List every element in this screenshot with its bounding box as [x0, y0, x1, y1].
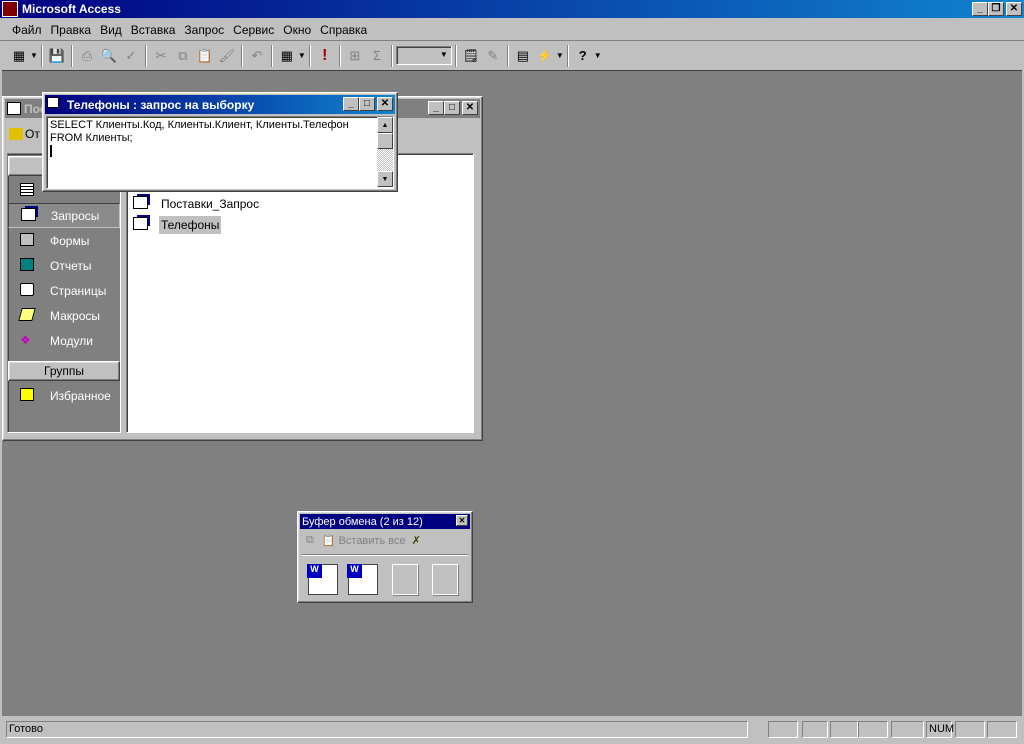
query-minimize-button[interactable]: _ [343, 97, 359, 111]
clear-clipboard-icon[interactable]: ✗ [412, 534, 421, 547]
table-icon [20, 182, 36, 199]
db-minimize-button[interactable]: _ [428, 101, 444, 115]
scroll-down-button[interactable]: ▼ [377, 171, 393, 187]
menu-file[interactable]: Файл [12, 23, 42, 37]
new-object-icon[interactable]: ⚡ [534, 45, 556, 67]
status-text: Готово [6, 721, 748, 738]
totals-icon[interactable]: Σ [366, 45, 388, 67]
copy-icon[interactable]: ⧉ [306, 534, 314, 547]
word-icon: W [307, 564, 322, 578]
minimize-button[interactable]: _ [972, 2, 988, 16]
menu-view[interactable]: Вид [100, 23, 122, 37]
close-button[interactable]: ✕ [1006, 2, 1022, 16]
undo-icon[interactable]: ↶ [246, 45, 268, 67]
macro-icon [18, 307, 36, 324]
menu-tools[interactable]: Сервис [233, 23, 274, 37]
format-painter-icon[interactable]: 🖌 [216, 45, 238, 67]
status-panel [802, 721, 828, 738]
menu-insert[interactable]: Вставка [131, 23, 176, 37]
clipboard-title-bar: Буфер обмена (2 из 12) ✕ [300, 514, 470, 529]
status-bar: Готово NUM [0, 718, 1024, 744]
favorites-folder-icon [20, 387, 36, 404]
print-preview-icon[interactable]: 🔍 [98, 45, 120, 67]
num-lock-indicator: NUM [926, 721, 954, 738]
list-item[interactable]: Телефоны [133, 216, 222, 234]
menu-window[interactable]: Окно [283, 23, 311, 37]
object-forms[interactable]: Формы [8, 228, 120, 253]
objects-bar: Запросы Формы Отчеты Страницы Макросы ❖ М… [7, 153, 121, 433]
clip-item-word[interactable]: W [347, 564, 378, 595]
module-icon: ❖ [20, 332, 31, 347]
paste-icon[interactable]: 📋 [194, 45, 216, 67]
object-list: Поставки_Запрос Телефоны [126, 153, 474, 433]
database-window-icon[interactable]: ▤ [512, 45, 534, 67]
copy-icon[interactable]: ⧉ [172, 45, 194, 67]
db-close-button[interactable]: ✕ [462, 101, 478, 115]
paste-all-button[interactable]: Вставить все [339, 535, 406, 547]
menu-query[interactable]: Запрос [184, 23, 224, 37]
app-title-bar: Microsoft Access _ ❐ ✕ [0, 0, 1024, 18]
show-table-icon[interactable]: ⊞ [344, 45, 366, 67]
top-values-combo[interactable]: ▼ [395, 46, 452, 65]
clip-slot-empty [432, 564, 458, 595]
query-icon [21, 207, 37, 224]
db-window-icon [7, 102, 21, 115]
build-icon[interactable]: ✎ [482, 45, 504, 67]
open-folder-icon [9, 128, 23, 140]
spelling-icon[interactable]: ✓ [120, 45, 142, 67]
status-panel [830, 721, 858, 738]
menu-edit[interactable]: Правка [51, 23, 92, 37]
text-cursor [50, 145, 52, 157]
status-panel [891, 721, 924, 738]
report-icon [20, 257, 36, 274]
group-favorites[interactable]: Избранное [8, 383, 120, 408]
clipboard-panel: Буфер обмена (2 из 12) ✕ ⧉ 📋 Вставить вс… [297, 511, 473, 603]
form-icon [20, 232, 36, 249]
access-key-icon [2, 1, 18, 17]
status-panel [955, 721, 985, 738]
object-reports[interactable]: Отчеты [8, 253, 120, 278]
print-icon[interactable]: ⎙ [76, 45, 98, 67]
db-maximize-button[interactable]: □ [444, 101, 460, 115]
query-window: Телефоны : запрос на выборку _ □ ✕ SELEC… [42, 92, 398, 192]
status-panel [768, 721, 798, 738]
query-icon [133, 196, 149, 212]
clip-item-word[interactable]: W [307, 564, 338, 595]
help-icon[interactable]: ? [572, 45, 594, 67]
menu-help[interactable]: Справка [320, 23, 367, 37]
status-panel [987, 721, 1017, 738]
sql-scrollbar[interactable]: ▲ ▼ [377, 117, 393, 187]
sql-editor[interactable]: SELECT Клиенты.Код, Клиенты.Клиент, Клие… [46, 116, 394, 189]
db-open-button[interactable]: От [9, 127, 40, 141]
save-icon[interactable]: 💾 [46, 45, 68, 67]
page-icon [20, 282, 36, 299]
word-icon: W [347, 564, 362, 578]
clip-slot-empty [392, 564, 418, 595]
object-queries[interactable]: Запросы [8, 203, 120, 228]
properties-icon[interactable]: 🗒 [460, 45, 482, 67]
app-title: Microsoft Access [22, 2, 121, 16]
object-modules[interactable]: ❖ Модули [8, 328, 120, 353]
object-macros[interactable]: Макросы [8, 303, 120, 328]
query-type-icon[interactable]: ▦ [276, 45, 298, 67]
scroll-up-button[interactable]: ▲ [377, 117, 393, 133]
paste-all-icon: 📋 [321, 535, 336, 547]
menu-bar: Файл Правка Вид Вставка Запрос Сервис Ок… [0, 20, 1024, 41]
scroll-thumb[interactable] [377, 133, 393, 149]
query-title-bar: Телефоны : запрос на выборку _ □ ✕ [45, 95, 395, 114]
query-icon [133, 217, 149, 233]
list-item[interactable]: Поставки_Запрос [133, 196, 261, 212]
query-maximize-button[interactable]: □ [359, 97, 375, 111]
restore-button[interactable]: ❐ [988, 2, 1004, 16]
object-pages[interactable]: Страницы [8, 278, 120, 303]
query-close-button[interactable]: ✕ [377, 97, 393, 111]
cut-icon[interactable]: ✂ [150, 45, 172, 67]
clipboard-close-button[interactable]: ✕ [456, 515, 468, 526]
run-icon[interactable]: ! [314, 45, 336, 67]
datasheet-view-icon[interactable]: ▦ [8, 45, 30, 67]
toolbar: ▦ ▼ 💾 ⎙ 🔍 ✓ ✂ ⧉ 📋 🖌 ↶ ▦ ▼ ! ⊞ Σ ▼ 🗒 ✎ ▤ ⚡ ▼… [0, 42, 1024, 69]
query-icon [47, 96, 63, 113]
groups-button[interactable]: Группы [8, 361, 120, 381]
status-panel [858, 721, 888, 738]
